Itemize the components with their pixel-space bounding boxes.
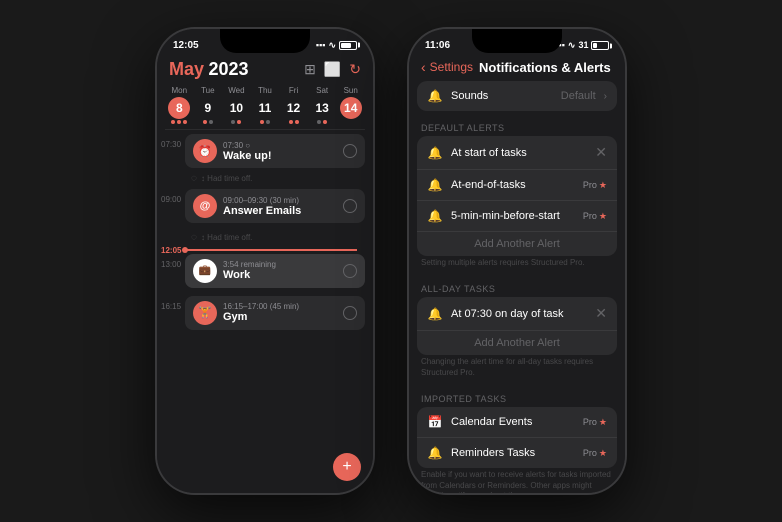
phone-left-screen: 12:05 ▪▪▪ ∿ May 2023 ⊞ ⬜ ↻ <box>157 29 373 493</box>
year-label: 2023 <box>208 59 248 79</box>
allday-tasks-group: 🔔 At 07:30 on day of task ✕ Add Another … <box>417 297 617 355</box>
alert-row-end[interactable]: 🔔 At-end-of-tasks Pro ★ <box>417 170 617 201</box>
reminders-label: Reminders Tasks <box>451 447 575 459</box>
phone-left: 12:05 ▪▪▪ ∿ May 2023 ⊞ ⬜ ↻ <box>155 27 375 495</box>
calendar-sync-icon[interactable]: ↻ <box>349 61 361 78</box>
alert-end-icon: 🔔 <box>427 178 443 192</box>
wifi-icon-right: ∿ <box>568 40 576 51</box>
email-icon: @ <box>193 194 217 218</box>
default-alerts-group: 🔔 At start of tasks ✕ 🔔 At-end-of-tasks … <box>417 136 617 256</box>
section-imported-tasks: IMPORTED TASKS 📅 Calendar Events Pro ★ 🔔… <box>417 390 617 493</box>
current-time-indicator: 12:05 <box>185 249 365 251</box>
week-col-sun[interactable]: Sun 14 <box>336 86 365 125</box>
app-container: 12:05 ▪▪▪ ∿ May 2023 ⊞ ⬜ ↻ <box>135 7 647 515</box>
allday-footnote: Changing the alert time for all-day task… <box>417 355 617 382</box>
allday-bell-icon: 🔔 <box>427 307 443 321</box>
settings-body: 🔔 Sounds Default › DEFAULT ALERTS 🔔 At s… <box>409 81 625 493</box>
calendar-events-icon: 📅 <box>427 415 443 429</box>
email-checkbox[interactable] <box>343 199 357 213</box>
sounds-row[interactable]: 🔔 Sounds Default › <box>417 81 617 111</box>
reminders-pro: Pro ★ <box>583 448 607 459</box>
alert-end-pro: Pro ★ <box>583 180 607 191</box>
gym-icon: 🏋 <box>193 301 217 325</box>
phone-notch <box>220 29 310 53</box>
section-allday-tasks: ALL-DAY TASKS 🔔 At 07:30 on day of task … <box>417 280 617 382</box>
back-label[interactable]: Settings <box>430 60 473 74</box>
imported-tasks-group: 📅 Calendar Events Pro ★ 🔔 Reminders Task… <box>417 407 617 468</box>
week-col-sat[interactable]: Sat 13 <box>308 86 337 125</box>
alert-start-label: At start of tasks <box>451 147 587 159</box>
sounds-group: 🔔 Sounds Default › <box>417 81 617 111</box>
default-alerts-label: DEFAULT ALERTS <box>417 119 617 136</box>
week-divider <box>165 129 365 130</box>
calendar-events-pro: Pro ★ <box>583 417 607 428</box>
timeline-item-work: 13:00 💼 3:54 remaining Work <box>185 254 373 288</box>
allday-label: At 07:30 on day of task <box>451 308 587 320</box>
phone-right: 11:06 ▪▪▪ ∿ 31 ‹ Settings Notifications … <box>407 27 627 495</box>
section-default-alerts: DEFAULT ALERTS 🔔 At start of tasks ✕ 🔔 A… <box>417 119 617 272</box>
timeline-item-gym: 16:15 🏋 16:15–17:00 (45 min) Gym <box>185 296 373 330</box>
imported-footnote: Enable if you want to receive alerts for… <box>417 468 617 493</box>
alert-5min-icon: 🔔 <box>427 209 443 223</box>
sounds-label: Sounds <box>451 90 553 102</box>
calendar-photo-icon[interactable]: ⬜ <box>324 61 341 78</box>
calendar-grid-icon[interactable]: ⊞ <box>304 61 316 78</box>
allday-row-0730[interactable]: 🔔 At 07:30 on day of task ✕ <box>417 297 617 331</box>
signal-icon: ▪▪▪ <box>316 40 326 50</box>
page-title: Notifications & Alerts <box>479 60 611 75</box>
month-label: May <box>169 59 204 79</box>
imported-tasks-label: IMPORTED TASKS <box>417 390 617 407</box>
wakeup-icon: ⏰ <box>193 139 217 163</box>
week-col-mon[interactable]: Mon 8 <box>165 86 194 125</box>
wakeup-checkbox[interactable] <box>343 144 357 158</box>
sounds-value: Default <box>561 90 596 102</box>
phone-right-screen: 11:06 ▪▪▪ ∿ 31 ‹ Settings Notifications … <box>409 29 625 493</box>
calendar-events-label: Calendar Events <box>451 416 575 428</box>
status-icons-left: ▪▪▪ ∿ <box>316 40 357 51</box>
add-event-fab[interactable]: + <box>333 453 361 481</box>
week-col-thu[interactable]: Thu 11 <box>251 86 280 125</box>
battery-label-right: 31 <box>578 40 609 50</box>
time-right: 11:06 <box>425 40 450 51</box>
phone-notch-right <box>472 29 562 53</box>
work-checkbox[interactable] <box>343 264 357 278</box>
had-time-1: ↕ Had time off. <box>185 170 373 187</box>
week-header: Mon 8 Tue 9 Wed <box>157 86 373 125</box>
alert-start-icon: 🔔 <box>427 146 443 160</box>
timeline-item-wakeup: 07:30 ⏰ 07:30 ○ Wake up! <box>185 134 373 168</box>
alert-5min-pro: Pro ★ <box>583 211 607 222</box>
reminders-icon: 🔔 <box>427 446 443 460</box>
work-icon: 💼 <box>193 259 217 283</box>
add-alert-allday[interactable]: Add Another Alert <box>417 331 617 355</box>
allday-tasks-label: ALL-DAY TASKS <box>417 280 617 297</box>
had-time-2: ↕ Had time off. <box>185 229 373 246</box>
week-col-fri[interactable]: Fri 12 <box>279 86 308 125</box>
week-col-wed[interactable]: Wed 10 <box>222 86 251 125</box>
calendar-title: May 2023 <box>169 59 249 80</box>
timeline-item-email: 09:00 @ 09:00–09:30 (30 min) Answer Emai… <box>185 189 373 223</box>
imported-row-reminders[interactable]: 🔔 Reminders Tasks Pro ★ <box>417 438 617 468</box>
wifi-icon: ∿ <box>328 40 336 51</box>
settings-nav: ‹ Settings Notifications & Alerts <box>409 57 625 81</box>
calendar-header: May 2023 ⊞ ⬜ ↻ <box>157 57 373 86</box>
week-col-tue[interactable]: Tue 9 <box>194 86 223 125</box>
alert-5min-label: 5-min-min-before-start <box>451 210 575 222</box>
alert-end-label: At-end-of-tasks <box>451 179 575 191</box>
add-alert-default[interactable]: Add Another Alert <box>417 232 617 256</box>
allday-remove-icon[interactable]: ✕ <box>595 305 607 322</box>
status-icons-right: ▪▪▪ ∿ 31 <box>555 40 609 51</box>
gym-checkbox[interactable] <box>343 306 357 320</box>
alert-row-start[interactable]: 🔔 At start of tasks ✕ <box>417 136 617 170</box>
default-alerts-footnote: Setting multiple alerts requires Structu… <box>417 256 617 272</box>
back-arrow-icon[interactable]: ‹ <box>421 59 426 75</box>
imported-row-calendar[interactable]: 📅 Calendar Events Pro ★ <box>417 407 617 438</box>
calendar-icons: ⊞ ⬜ ↻ <box>304 61 361 78</box>
alert-start-remove-icon[interactable]: ✕ <box>595 144 607 161</box>
sounds-chevron-icon: › <box>604 91 607 102</box>
timeline: 07:30 ⏰ 07:30 ○ Wake up! ↕ Had time off. <box>157 134 373 334</box>
alert-row-5min[interactable]: 🔔 5-min-min-before-start Pro ★ <box>417 201 617 232</box>
sounds-icon: 🔔 <box>427 89 443 103</box>
time-left: 12:05 <box>173 40 199 51</box>
battery-icon-left <box>339 41 357 50</box>
